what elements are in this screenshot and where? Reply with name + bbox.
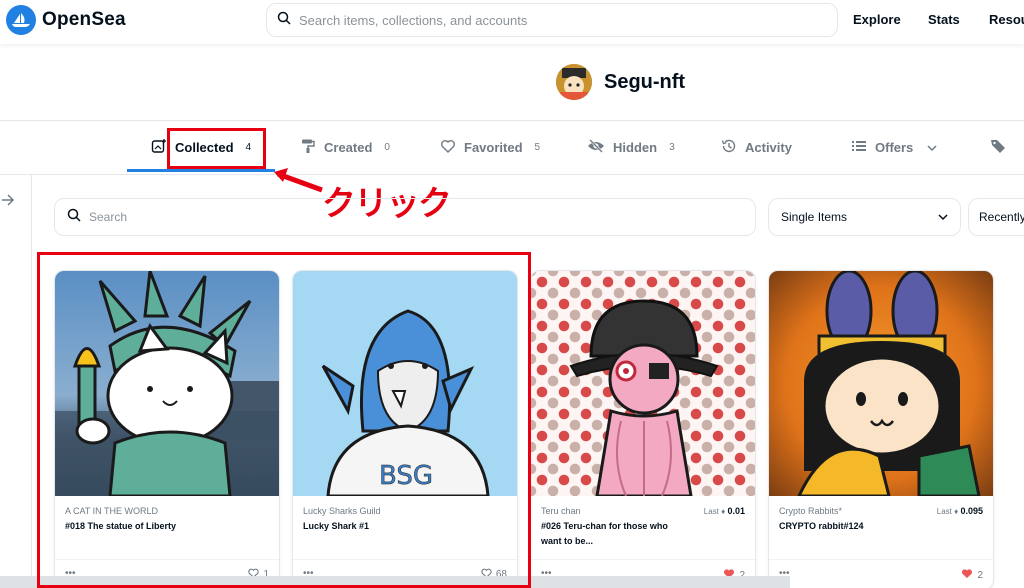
opensea-logo[interactable]: OpenSea [6,5,126,35]
tab-offers-label: Offers [875,140,914,155]
tab-activity[interactable]: Activity [721,138,792,157]
last-sale-label: Last [703,507,719,516]
item-type-value: Single Items [781,210,848,224]
nft-card[interactable]: Crypto Rabbits* CRYPTO rabbit#124 Last ♦… [768,270,994,588]
nft-card[interactable]: Teru chan #026 Teru-chan for those who w… [530,270,756,588]
nft-image-crypto-rabbit[interactable] [769,271,993,496]
tab-offers[interactable]: Offers [851,138,937,157]
tab-listings[interactable] [990,138,1006,157]
collected-icon [151,138,167,157]
chevron-down-icon [938,210,948,224]
like-count: 2 [977,569,983,581]
eth-icon: ♦ [954,507,959,516]
arrow-right-icon[interactable] [1,193,15,211]
tab-favorited-label: Favorited [464,140,523,155]
active-tab-indicator [127,169,275,172]
tab-activity-label: Activity [745,140,792,155]
nav-stats[interactable]: Stats [928,12,960,27]
sort-select[interactable]: Recently [968,198,1024,236]
list-icon [851,138,867,157]
eye-off-icon [587,138,605,157]
annotation-highlight-cards [37,252,531,588]
card-title[interactable]: CRYPTO rabbit#124 [779,519,919,534]
paint-roller-icon [300,138,316,157]
tab-created-count: 0 [384,142,390,153]
annotation-arrow-icon [270,166,324,199]
card-title[interactable]: #026 Teru-chan for those who want to be.… [541,519,681,549]
tab-favorited-count: 5 [534,142,541,153]
global-search[interactable] [266,3,838,37]
eth-icon: ♦ [721,507,726,516]
profile-divider [0,120,1024,121]
top-header: OpenSea Explore Stats Resou [0,0,1024,44]
tab-hidden-count: 3 [669,142,675,153]
history-icon [721,138,737,157]
tab-hidden[interactable]: Hidden 3 [587,138,675,157]
search-icon [277,11,291,30]
items-search[interactable] [54,198,756,236]
last-sale-price: 0.095 [960,506,983,516]
avatar[interactable] [556,64,592,100]
global-search-input[interactable] [299,12,799,28]
card-likes[interactable]: 2 [961,568,983,582]
card-footer: ••• 2 [769,559,993,582]
card-meta: Teru chan #026 Teru-chan for those who w… [531,496,755,549]
heart-icon [440,138,456,157]
annotation-highlight-tab [167,128,266,169]
card-meta: Crypto Rabbits* CRYPTO rabbit#124 Last ♦… [769,496,993,534]
tabs-divider [0,174,1024,175]
brand-name: OpenSea [42,9,126,30]
last-sale-price: 0.01 [727,506,745,516]
nft-image-teru-chan[interactable] [531,271,755,496]
profile-header: Segu-nft [556,64,685,100]
tab-created[interactable]: Created 0 [300,138,390,157]
chevron-down-icon [927,140,937,155]
last-sale: Last ♦ 0.01 [704,506,745,516]
tag-icon [990,138,1006,157]
tab-hidden-label: Hidden [613,140,658,155]
heart-filled-icon [961,568,973,582]
sort-value: Recently [979,210,1024,224]
profile-tabs: Collected 4 Created 0 Favorited 5 Hidden… [0,124,1024,174]
search-icon [67,208,81,227]
last-sale: Last ♦ 0.095 [937,506,983,516]
nav-resources[interactable]: Resou [989,12,1024,27]
nav-explore[interactable]: Explore [853,12,901,27]
profile-name: Segu-nft [604,70,686,93]
opensea-boat-icon [6,5,36,35]
filter-sidebar [0,175,32,588]
last-sale-label: Last [936,507,952,516]
items-search-input[interactable] [89,210,689,224]
tab-favorited[interactable]: Favorited 5 [440,138,540,157]
item-type-select[interactable]: Single Items [768,198,961,236]
tab-created-label: Created [324,140,373,155]
